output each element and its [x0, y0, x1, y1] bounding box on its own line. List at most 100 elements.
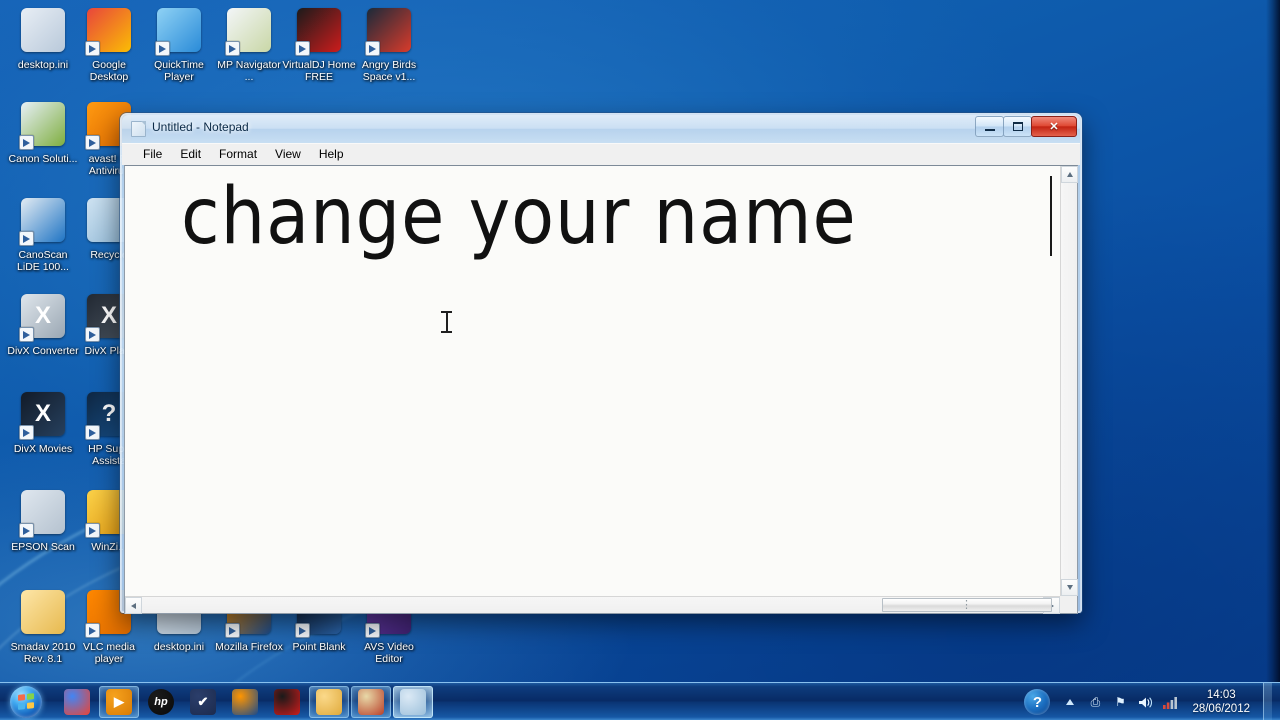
- shortcut-arrow-icon: [19, 135, 34, 150]
- scroll-down-button[interactable]: [1061, 579, 1078, 596]
- desktop-icon-4[interactable]: VirtualDJ Home FREE: [282, 6, 356, 83]
- horizontal-scroll-thumb[interactable]: [882, 598, 1052, 612]
- chrome-icon: [64, 688, 90, 715]
- volume-speaker-icon[interactable]: [1136, 693, 1154, 711]
- close-button[interactable]: ✕: [1031, 116, 1077, 137]
- menu-view[interactable]: View: [266, 144, 310, 165]
- minimize-button[interactable]: [975, 116, 1004, 137]
- desktop-icon-3[interactable]: MP Navigator ...: [212, 6, 286, 83]
- shortcut-arrow-icon: [365, 623, 380, 638]
- notepad-document-text: change your name: [181, 172, 857, 262]
- shortcut-arrow-icon: [225, 41, 240, 56]
- desktop-icon-label: MP Navigator ...: [217, 59, 281, 83]
- desktop-icon-1[interactable]: Google Desktop: [72, 6, 146, 83]
- action-center-flag-icon[interactable]: ⚑: [1111, 693, 1129, 711]
- taskbar-chrome[interactable]: [57, 686, 97, 718]
- taskbar-notepad[interactable]: [393, 685, 433, 718]
- notepad-icon: [400, 688, 426, 715]
- shortcut-arrow-icon: [19, 231, 34, 246]
- google-desktop-icon: [85, 8, 133, 56]
- taskbar-media-player[interactable]: ▶: [99, 685, 139, 718]
- desktop-icon-label: Angry Birds Space v1...: [361, 59, 417, 83]
- checkmark-icon: ✔: [190, 688, 216, 715]
- notepad-titlebar[interactable]: Untitled - Notepad ✕: [122, 115, 1080, 143]
- notepad-text-area[interactable]: change your name: [125, 166, 1060, 596]
- screen-root: desktop.ini Google Desktop QuickTime Playe…: [0, 0, 1280, 720]
- desktop-icon-label: desktop.ini: [17, 59, 69, 71]
- menu-help[interactable]: Help: [310, 144, 353, 165]
- taskbar-clock[interactable]: 14:03 28/06/2012: [1192, 688, 1250, 716]
- ini-file-icon: [19, 8, 67, 56]
- start-button[interactable]: [3, 685, 49, 719]
- notepad-document-icon: [131, 121, 146, 137]
- taskbar-check-app[interactable]: ✔: [183, 686, 223, 718]
- window-controls: ✕: [975, 116, 1077, 137]
- shortcut-arrow-icon: [85, 523, 100, 538]
- shortcut-arrow-icon: [295, 623, 310, 638]
- shortcut-arrow-icon: [85, 425, 100, 440]
- show-hidden-icons-button[interactable]: [1061, 693, 1079, 711]
- clock-time: 14:03: [1206, 689, 1236, 701]
- shortcut-arrow-icon: [85, 623, 100, 638]
- desktop-icon-label: AVS Video Editor: [364, 641, 414, 665]
- taskbar-hp[interactable]: hp: [141, 686, 181, 718]
- window-title: Untitled - Notepad: [152, 120, 249, 134]
- chevron-left-icon: [131, 602, 136, 609]
- desktop-icon-label: VLC media player: [83, 641, 135, 665]
- windows-start-orb-icon: [10, 685, 42, 718]
- desktop-icon-label: Canon Soluti...: [8, 153, 78, 165]
- desktop-icon-10[interactable]: X DivX Converter: [6, 292, 80, 357]
- quicktime-icon: [155, 8, 203, 56]
- horizontal-scrollbar[interactable]: [125, 596, 1060, 614]
- taskbar-virtualdj[interactable]: [267, 686, 307, 718]
- desktop-icon-2[interactable]: QuickTime Player: [142, 6, 216, 83]
- taskbar-buttons: ▶ hp ✔: [57, 685, 433, 718]
- shortcut-arrow-icon: [19, 523, 34, 538]
- canon-solution-icon: [19, 102, 67, 150]
- signal-bars-glyph: [1162, 696, 1177, 709]
- windows-media-player-icon: ▶: [106, 688, 132, 715]
- removable-device-icon[interactable]: ⎙: [1086, 693, 1104, 711]
- desktop-icon-label: QuickTime Player: [154, 59, 204, 83]
- desktop-icon-6[interactable]: Canon Soluti...: [6, 100, 80, 165]
- network-signal-icon[interactable]: [1161, 693, 1179, 711]
- desktop-icon-label: Point Blank: [292, 641, 346, 653]
- desktop-icon-5[interactable]: Angry Birds Space v1...: [352, 6, 426, 83]
- desktop-icon-8[interactable]: CanoScan LiDE 100...: [6, 196, 80, 273]
- notepad-client-area: change your name: [124, 165, 1078, 614]
- shortcut-arrow-icon: [85, 41, 100, 56]
- show-desktop-button[interactable]: [1263, 683, 1272, 720]
- scroll-left-button[interactable]: [125, 597, 142, 614]
- desktop-icon-0[interactable]: desktop.ini: [6, 6, 80, 71]
- virtualdj-icon: [295, 8, 343, 56]
- taskbar: ▶ hp ✔ ? ⎙ ⚑ 14:03 28/06/2012: [0, 682, 1280, 720]
- system-tray: ? ⎙ ⚑ 14:03 28/06/2012: [1024, 683, 1280, 720]
- menu-format[interactable]: Format: [210, 144, 266, 165]
- taskbar-explorer[interactable]: [309, 685, 349, 718]
- speaker-glyph: [1138, 696, 1152, 708]
- help-question-icon[interactable]: ?: [1024, 689, 1051, 715]
- menu-edit[interactable]: Edit: [171, 144, 210, 165]
- notepad-window[interactable]: Untitled - Notepad ✕ File Edit Format Vi…: [120, 113, 1082, 614]
- scroll-up-button[interactable]: [1061, 166, 1078, 183]
- taskbar-paint-app[interactable]: [351, 685, 391, 718]
- desktop-icon-16[interactable]: Smadav 2010 Rev. 8.1: [6, 588, 80, 665]
- folder-explorer-icon: [316, 688, 342, 715]
- chevron-up-icon: [1066, 172, 1073, 177]
- chevron-up-icon: [1066, 699, 1075, 705]
- divx-movies-icon: X: [19, 392, 67, 440]
- text-caret: [1050, 176, 1052, 256]
- vertical-scrollbar[interactable]: [1060, 166, 1078, 596]
- maximize-icon: [1012, 122, 1023, 131]
- menu-file[interactable]: File: [134, 144, 171, 165]
- desktop-icon-12[interactable]: X DivX Movies: [6, 390, 80, 455]
- maximize-button[interactable]: [1003, 116, 1032, 137]
- shortcut-arrow-icon: [295, 41, 310, 56]
- smadav-icon-glyph: [21, 590, 65, 634]
- desktop-icon-14[interactable]: EPSON Scan: [6, 488, 80, 553]
- shortcut-arrow-icon: [19, 425, 34, 440]
- mp-navigator-icon: [225, 8, 273, 56]
- shortcut-arrow-icon: [85, 327, 100, 342]
- virtualdj-icon: [274, 688, 300, 715]
- taskbar-firefox[interactable]: [225, 686, 265, 718]
